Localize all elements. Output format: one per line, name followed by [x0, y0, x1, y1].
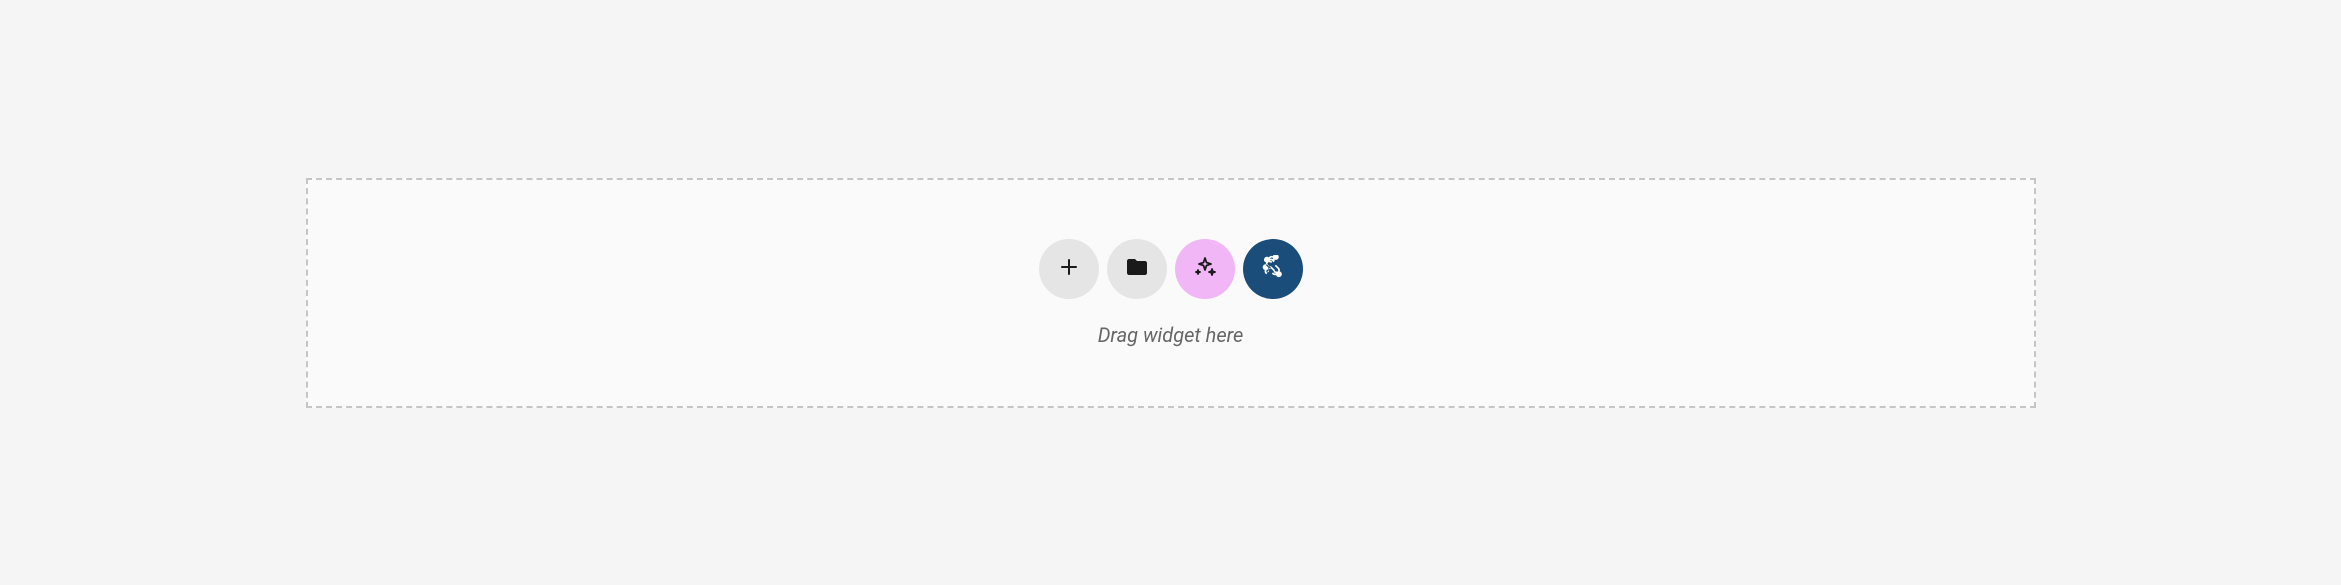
ai-button[interactable] [1175, 239, 1235, 299]
widget-drop-zone[interactable]: Drag widget here [306, 178, 2036, 408]
drop-zone-helper-text: Drag widget here [1098, 323, 1244, 347]
joomla-icon [1261, 255, 1285, 282]
sparkle-icon [1193, 255, 1217, 282]
folder-icon [1125, 255, 1149, 282]
folder-button[interactable] [1107, 239, 1167, 299]
plus-icon [1057, 255, 1081, 282]
joomla-button[interactable] [1243, 239, 1303, 299]
add-button[interactable] [1039, 239, 1099, 299]
action-button-row [1039, 239, 1303, 299]
